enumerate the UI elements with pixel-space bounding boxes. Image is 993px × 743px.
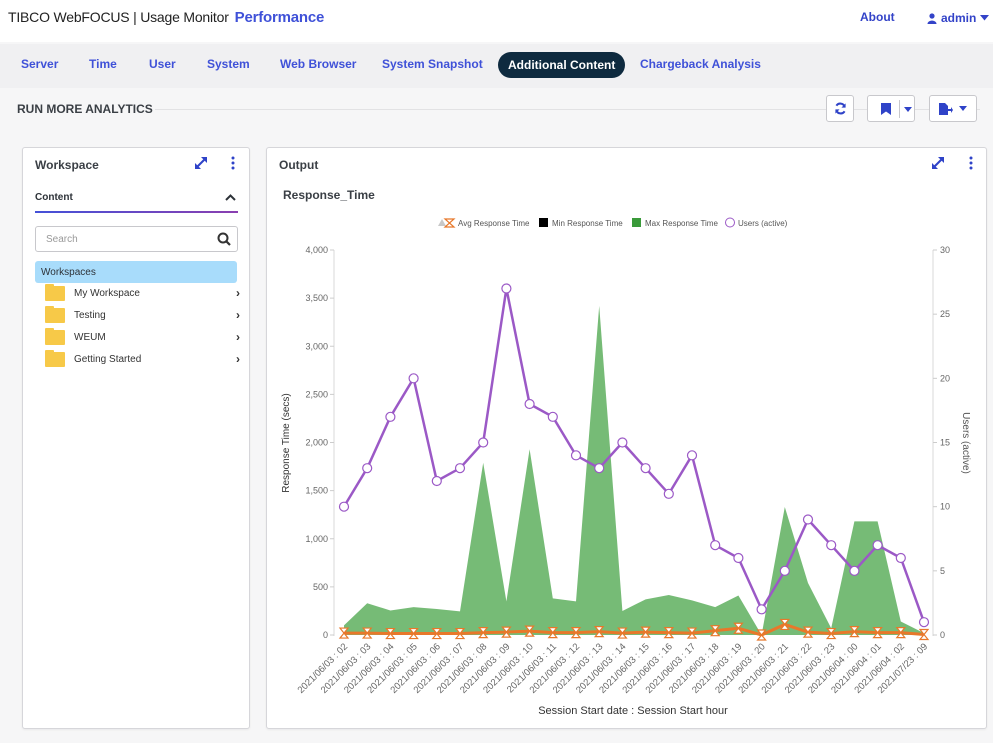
users-point[interactable]: [362, 463, 373, 474]
users-point[interactable]: [779, 565, 790, 576]
users-point[interactable]: [733, 552, 744, 564]
y2-tick-label: 0: [940, 630, 945, 640]
legend-min-swatch: [539, 218, 548, 227]
users-point[interactable]: [802, 514, 814, 525]
y2-tick-label: 30: [940, 245, 950, 255]
y-tick-label: 3,000: [305, 341, 328, 351]
chart-legend: Avg Response Time Min Response Time Max …: [438, 217, 788, 228]
users-point[interactable]: [385, 411, 396, 422]
users-point[interactable]: [756, 604, 767, 615]
legend-users-marker: [725, 217, 735, 228]
legend-label-avg: Avg Response Time: [458, 219, 530, 228]
y-tick-label: 3,500: [305, 293, 328, 303]
response-time-chart: Avg Response Time Min Response Time Max …: [281, 217, 971, 717]
users-point[interactable]: [431, 475, 442, 487]
users-point[interactable]: [524, 398, 535, 410]
users-point[interactable]: [570, 450, 582, 461]
y-tick-label: 2,500: [305, 389, 328, 399]
y-tick-label: 1,500: [305, 486, 328, 496]
legend-label-max: Max Response Time: [645, 219, 718, 228]
legend-label-min: Min Response Time: [552, 219, 623, 228]
users-point[interactable]: [594, 463, 605, 474]
y-axis-label: Response Time (secs): [281, 393, 292, 492]
users-point[interactable]: [501, 283, 512, 294]
users-point[interactable]: [895, 552, 906, 564]
users-point[interactable]: [617, 437, 628, 448]
legend-avg-hourglass-icon: [443, 218, 456, 228]
y-tick-label: 500: [313, 582, 328, 592]
users-point[interactable]: [454, 463, 466, 474]
y2-tick-label: 5: [940, 566, 945, 576]
legend-avg-triangle-icon: [438, 219, 446, 226]
users-point[interactable]: [872, 540, 883, 551]
users-line: [342, 288, 926, 623]
users-point[interactable]: [849, 565, 860, 576]
y-tick-label: 4,000: [305, 245, 328, 255]
users-point[interactable]: [640, 463, 651, 474]
users-point[interactable]: [478, 437, 489, 448]
users-point[interactable]: [408, 373, 419, 384]
y-tick-label: 0: [323, 630, 328, 640]
y-tick-label: 2,000: [305, 438, 328, 448]
y2-tick-label: 20: [940, 373, 950, 383]
legend-label-users: Users (active): [738, 219, 788, 228]
users-point[interactable]: [663, 488, 674, 499]
y2-tick-label: 25: [940, 309, 950, 319]
users-point[interactable]: [686, 450, 698, 461]
max-response-area: [344, 305, 924, 635]
y2-tick-label: 10: [940, 502, 950, 512]
x-axis-label: Session Start date : Session Start hour: [538, 705, 728, 717]
users-point[interactable]: [918, 617, 930, 628]
legend-max-swatch: [632, 218, 641, 227]
users-point[interactable]: [338, 501, 350, 512]
y-tick-label: 1,000: [305, 534, 328, 544]
y2-tick-label: 15: [940, 438, 950, 448]
users-point[interactable]: [710, 540, 721, 551]
users-point[interactable]: [547, 411, 558, 422]
y2-axis-label: Users (active): [960, 412, 971, 474]
users-point[interactable]: [826, 540, 837, 551]
